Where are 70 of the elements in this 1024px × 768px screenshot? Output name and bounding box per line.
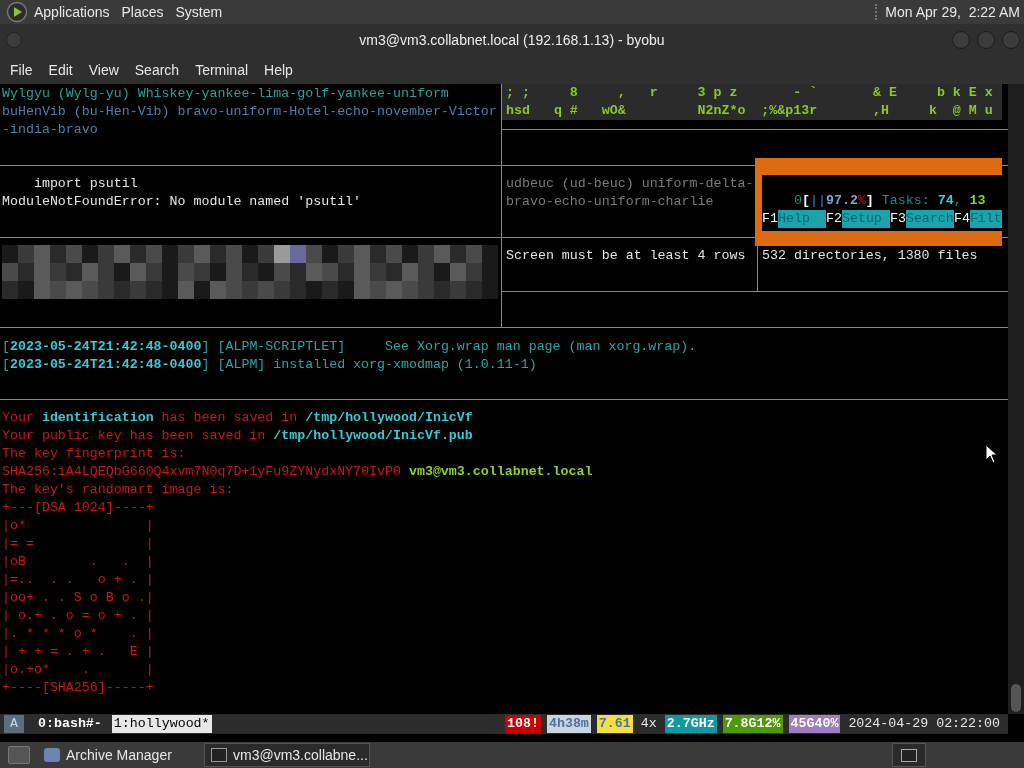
window-tab[interactable]: 0:bash#- bbox=[36, 715, 104, 733]
terminal-line: SHA256:iA4LQEQbG660Q4xvm7N0q7D+1yFu9ZYNydxNY70IvP0 vm3@vm3.collabnet.local bbox=[2, 463, 593, 481]
terminal-line: | + + = . + . E | bbox=[2, 643, 154, 661]
terminal-line: udbeuc (ud-beuc) uniform-delta- bbox=[506, 175, 754, 193]
status-text: 2024-04-29 02:22:00 bbox=[847, 715, 1001, 733]
terminal-icon bbox=[211, 748, 227, 762]
menu-logo-icon[interactable] bbox=[6, 1, 28, 23]
status-text: 4x bbox=[639, 715, 658, 733]
status-segment: 108! bbox=[505, 715, 541, 733]
terminal-line: |o* | bbox=[2, 517, 154, 535]
scrollbar-thumb[interactable] bbox=[1011, 684, 1021, 712]
menu-item[interactable]: Edit bbox=[42, 59, 79, 81]
maximize-button[interactable] bbox=[977, 31, 995, 49]
menu-item[interactable]: Help bbox=[258, 59, 299, 81]
taskbar-button[interactable]: Archive Manager bbox=[38, 743, 204, 767]
terminal-line: ModuleNotFoundError: No module named 'psutil' bbox=[2, 193, 362, 211]
terminal-line: Wylgyu (Wylg-yu) Whiskey-yankee-lima-golf-yankee-uniform bbox=[2, 85, 449, 103]
terminal-line: Screen must be at least 4 rows bbox=[506, 248, 746, 263]
scrollbar[interactable] bbox=[1008, 84, 1024, 714]
terminal-line: |=.. . . o + . | bbox=[2, 571, 154, 589]
function-key: F4 bbox=[953, 210, 970, 228]
terminal-launcher-button[interactable] bbox=[892, 743, 926, 767]
terminal-line: |oo+ . . S o B o .| bbox=[2, 589, 154, 607]
menu-item[interactable]: File bbox=[4, 59, 39, 81]
clock[interactable]: Mon Apr 29, 2:22 AM bbox=[885, 1, 1020, 23]
terminal-line: Your public key has been saved in /tmp/hollywood/InicVf.pub bbox=[2, 427, 473, 445]
status-segment: 7.8G12% bbox=[722, 715, 783, 733]
terminal-line: 532 directories, 1380 files bbox=[762, 248, 978, 263]
close-button[interactable] bbox=[1002, 31, 1020, 49]
terminal-line: import psutil bbox=[32, 175, 138, 193]
function-key: F1 bbox=[762, 210, 778, 228]
taskbar-button[interactable]: vm3@vm3.collabne... bbox=[204, 743, 370, 767]
terminal-line: |o.+o* . | bbox=[2, 661, 154, 679]
status-segment: 45G40% bbox=[788, 715, 841, 733]
function-key: F2 bbox=[825, 210, 842, 228]
panel-menu[interactable]: System bbox=[171, 1, 227, 23]
session-badge: A bbox=[4, 715, 24, 733]
show-desktop-icon[interactable] bbox=[8, 746, 30, 764]
terminal-line: +---[DSA 1024]----+ bbox=[2, 499, 154, 517]
archive-icon bbox=[44, 748, 60, 762]
function-key: F3 bbox=[889, 210, 906, 228]
cpu-meter: 0[||97.2%] Tasks: 74, 13 bbox=[793, 192, 986, 210]
terminal-icon bbox=[901, 748, 917, 762]
terminal-line: |oB . . | bbox=[2, 553, 154, 571]
terminal-line: +----[SHA256]-----+ bbox=[2, 679, 154, 697]
status-segment: 4h38m bbox=[546, 715, 591, 733]
terminal-line: The key fingerprint is: bbox=[2, 445, 186, 463]
panel-menu[interactable]: Places bbox=[117, 1, 168, 23]
terminal-line: |= = | bbox=[2, 535, 154, 553]
window-tab[interactable]: 1:hollywood* bbox=[111, 715, 212, 733]
menu-item[interactable]: Search bbox=[128, 59, 186, 81]
window-title: vm3@vm3.collabnet.local (192.168.1.13) - byobu bbox=[359, 30, 665, 50]
terminal-line: -india-bravo bbox=[2, 121, 98, 139]
status-segment: 7.61 bbox=[596, 715, 633, 733]
random-characters: ; ; 8 , r 3 p z - ` & E b k E x hsd q # wO& N2nZ*o ;%&p13r ,H k @ M u bbox=[502, 84, 1002, 120]
panel-menu[interactable]: Applications bbox=[30, 1, 114, 23]
terminal-line: buHenVib (bu-Hen-Vib) bravo-uniform-Hotel-echo-november-Victor bbox=[2, 103, 497, 121]
window-menu-button[interactable] bbox=[6, 32, 22, 48]
menu-item[interactable]: Terminal bbox=[189, 59, 255, 81]
terminal-line: [2023-05-24T21:42:48-0400] [ALPM] installed xorg-xmodmap (1.0.11-1) bbox=[2, 356, 537, 374]
mouse-pointer-icon bbox=[985, 444, 999, 464]
status-segment: 2.7GHz bbox=[664, 715, 717, 733]
menu-item[interactable]: View bbox=[82, 59, 125, 81]
terminal-line: | o.+ . o = o + . | bbox=[2, 607, 154, 625]
terminal-line: Your identification has been saved in /tmp/hollywood/InicVf bbox=[2, 409, 473, 427]
terminal-line: The key's randomart image is: bbox=[2, 481, 234, 499]
terminal-line: |. * * * o * . | bbox=[2, 625, 154, 643]
terminal-line: bravo-echo-uniform-charlie bbox=[506, 193, 714, 211]
minimize-button[interactable] bbox=[952, 31, 970, 49]
terminal-line: [2023-05-24T21:42:48-0400] [ALPM-SCRIPTLET] See Xorg.wrap man page (man xorg.wrap). bbox=[2, 338, 697, 356]
